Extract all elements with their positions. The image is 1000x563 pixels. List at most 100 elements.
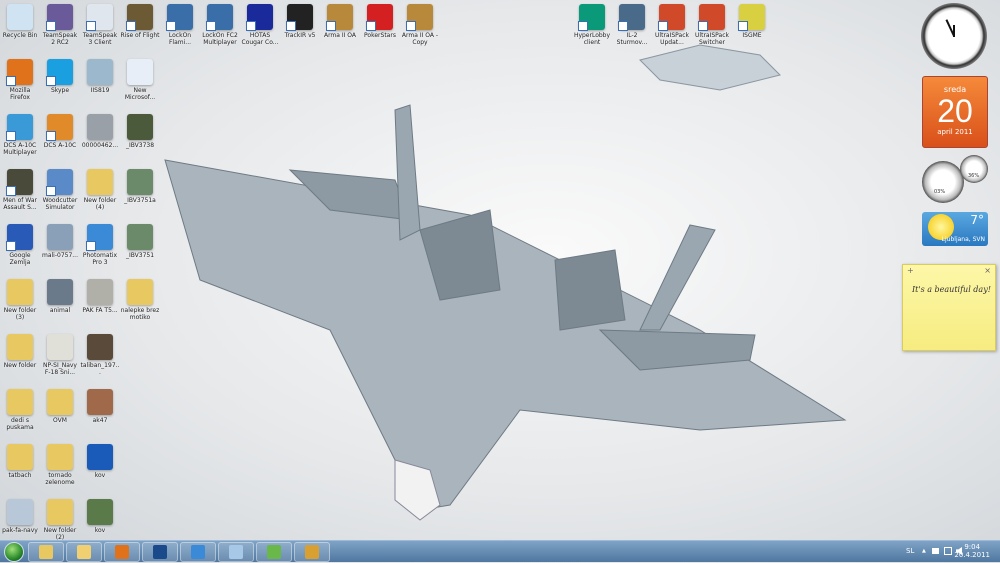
desktop-icon-label: _IBV3751	[125, 252, 155, 259]
desktop-icon[interactable]: NP-SI_Navy F-18 Sni...	[40, 334, 80, 376]
start-button[interactable]	[4, 542, 24, 562]
app-icon	[86, 224, 113, 251]
desktop-icon[interactable]: DCS A-10C Multiplayer	[0, 114, 40, 156]
app-icon	[246, 4, 273, 31]
desktop-icon[interactable]: PAK FA T5...	[80, 279, 120, 314]
calendar-gadget[interactable]: sreda 20 april 2011	[922, 76, 988, 148]
desktop-icon[interactable]: tatbach	[0, 444, 40, 479]
taskbar-photoshop-button[interactable]	[142, 542, 178, 562]
desktop-icon[interactable]: New Microsof...	[120, 59, 160, 101]
desktop-icon-label: New Microsof...	[124, 87, 156, 101]
network-icon[interactable]	[944, 547, 952, 555]
desktop-icon[interactable]: kov	[80, 499, 120, 534]
desktop-icon[interactable]: New folder	[0, 334, 40, 369]
action-center-flag-icon[interactable]	[932, 548, 939, 554]
desktop-icon[interactable]: UltraISPack Updat...	[652, 4, 692, 46]
desktop-icon-label: ISGME	[742, 32, 762, 39]
taskbar-notepad-button[interactable]	[218, 542, 254, 562]
desktop-icon[interactable]: HOTAS Cougar Co...	[240, 4, 280, 46]
desktop-icon[interactable]: DCS A-10C	[40, 114, 80, 149]
note-text[interactable]: It's a beautiful day!	[912, 285, 991, 294]
desktop-icon-label: DCS A-10C Multiplayer	[3, 142, 37, 156]
weather-temperature: 7°	[970, 213, 984, 227]
desktop-icon[interactable]: New folder (2)	[40, 499, 80, 541]
desktop-icon[interactable]: nalepke brez motiko	[120, 279, 160, 321]
desktop-icon[interactable]: Men of War Assault S...	[0, 169, 40, 211]
weather-location: Ljubljana, SVN	[941, 236, 985, 243]
desktop-icon[interactable]: Mozilla Firefox	[0, 59, 40, 101]
clock-gadget[interactable]	[921, 3, 987, 69]
note-close-button[interactable]: ×	[984, 266, 991, 275]
desktop-icon[interactable]: LockOn Flami...	[160, 4, 200, 46]
desktop-icon[interactable]: _IBV3738	[120, 114, 160, 149]
desktop-icon[interactable]: 00000462...	[80, 114, 120, 149]
desktop-icon-label: _IBV3751a	[124, 197, 156, 204]
desktop-icon[interactable]: ak47	[80, 389, 120, 424]
desktop-icon[interactable]: Woodcutter Simulator	[40, 169, 80, 211]
desktop-icon-label: pak-fa-navy	[2, 527, 38, 534]
app-icon	[206, 4, 233, 31]
desktop-icon[interactable]: mali-0757...	[40, 224, 80, 259]
desktop-icon[interactable]: New folder (4)	[80, 169, 120, 211]
desktop-icon[interactable]: Arma II OA - Copy	[400, 4, 440, 46]
desktop-icon[interactable]: Arma II OA	[320, 4, 360, 39]
desktop-icon[interactable]: Recycle Bin	[0, 4, 40, 39]
desktop-icon[interactable]: TrackIR v5	[280, 4, 320, 39]
desktop-icon[interactable]: taliban_197...	[80, 334, 120, 376]
clock-date: 20.4.2011	[954, 551, 990, 559]
app-icon	[7, 389, 33, 415]
taskbar-internet-explorer-button[interactable]	[180, 542, 216, 562]
desktop-icon[interactable]: PokerStars	[360, 4, 400, 39]
clock-time: 9:04	[964, 543, 981, 551]
calendar-month: april 2011	[937, 128, 973, 136]
taskbar-libraries-button[interactable]	[66, 542, 102, 562]
desktop-icon[interactable]: LockOn FC2 Multiplayer	[200, 4, 240, 46]
utorrent-icon	[267, 545, 281, 559]
desktop-icon[interactable]: Google Zemlja	[0, 224, 40, 266]
cpu-meter-gadget[interactable]: 03% 36%	[922, 155, 988, 205]
desktop-icon[interactable]: OVM	[40, 389, 80, 424]
taskbar-utorrent-button[interactable]	[256, 542, 292, 562]
desktop-icon[interactable]: tornado zelenome	[40, 444, 80, 486]
desktop-icon[interactable]: IL-2 Sturmov...	[612, 4, 652, 46]
desktop-icon[interactable]: pak-fa-navy	[0, 499, 40, 534]
taskbar-firefox-button[interactable]	[104, 542, 140, 562]
desktop-icon[interactable]: IIS819	[80, 59, 120, 94]
app-icon	[87, 499, 113, 525]
desktop-icon[interactable]: animal	[40, 279, 80, 314]
desktop-icon[interactable]: Skype	[40, 59, 80, 94]
desktop-icon[interactable]: kov	[80, 444, 120, 479]
desktop-icon[interactable]: _IBV3751	[120, 224, 160, 259]
desktop-icon[interactable]: ISGME	[732, 4, 772, 39]
show-hidden-icons-button[interactable]: ▲	[922, 548, 926, 554]
note-add-button[interactable]: +	[907, 266, 914, 275]
desktop-icon[interactable]: New folder (3)	[0, 279, 40, 321]
app-icon	[366, 4, 393, 31]
desktop-icon-label: animal	[49, 307, 71, 314]
desktop-icon-label: Skype	[50, 87, 70, 94]
weather-gadget[interactable]: 7° Ljubljana, SVN	[922, 212, 988, 246]
app-icon	[87, 334, 113, 360]
taskbar-trackir-button[interactable]	[294, 542, 330, 562]
taskbar-explorer-button[interactable]	[28, 542, 64, 562]
desktop-icon[interactable]: Rise of Flight	[120, 4, 160, 39]
app-icon	[406, 4, 433, 31]
desktop-icon-label: HyperLobby client	[573, 32, 611, 46]
app-icon	[286, 4, 313, 31]
desktop-icon[interactable]: _IBV3751a	[120, 169, 160, 204]
desktop-icon[interactable]: UltraISPack Switcher	[692, 4, 732, 46]
desktop-icon-label: TrackIR v5	[284, 32, 316, 39]
desktop-icon-label: LockOn Flami...	[168, 32, 192, 46]
desktop-icon[interactable]: TeamSpeak 2 RC2	[40, 4, 80, 46]
desktop-icon[interactable]: TeamSpeak 3 Client	[80, 4, 120, 46]
desktop-icon-label: LockOn FC2 Multiplayer	[202, 32, 238, 46]
app-icon	[47, 224, 73, 250]
clock[interactable]: 9:04 20.4.2011	[954, 543, 990, 559]
desktop-icon-label: Mozilla Firefox	[9, 87, 31, 101]
desktop-icon[interactable]: dedi s puskama	[0, 389, 40, 431]
app-icon	[127, 114, 153, 140]
desktop-icon[interactable]: Photomatix Pro 3	[80, 224, 120, 266]
sticky-note-gadget[interactable]: + × It's a beautiful day!	[902, 264, 996, 351]
language-indicator[interactable]: SL	[906, 547, 914, 555]
desktop-icon[interactable]: HyperLobby client	[572, 4, 612, 46]
